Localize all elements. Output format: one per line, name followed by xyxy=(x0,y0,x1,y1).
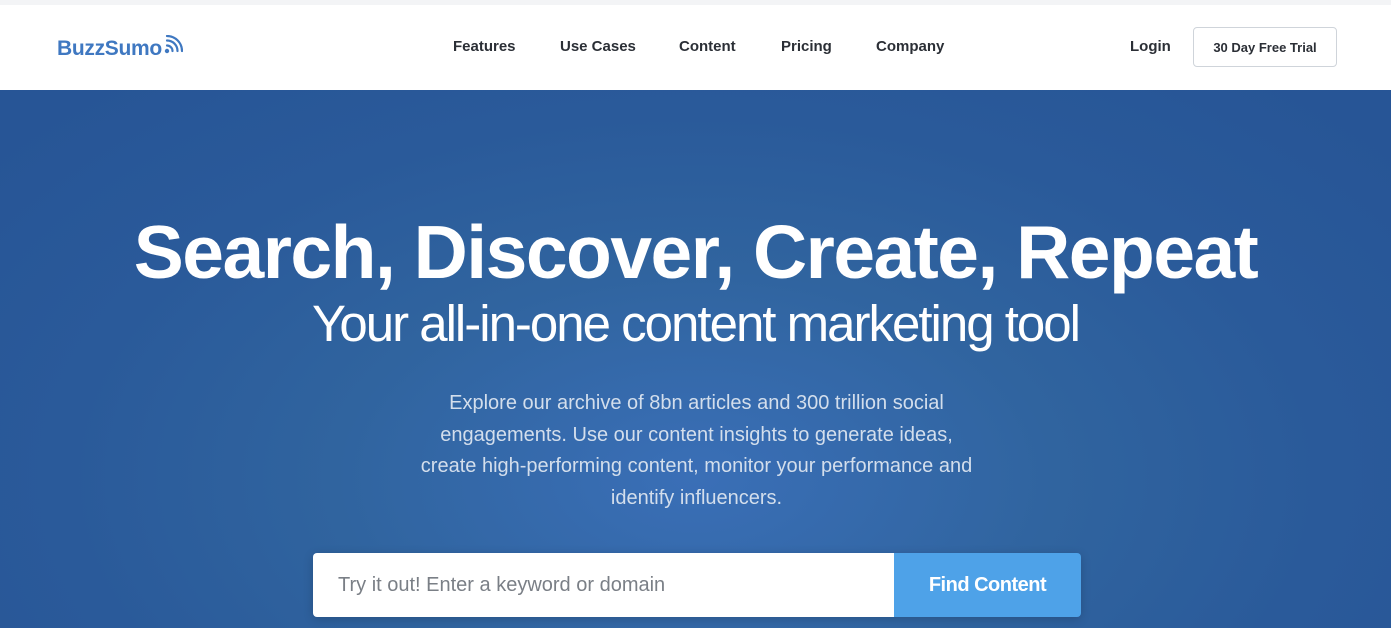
search-form: Find Content xyxy=(313,553,1081,617)
navbar: BuzzSumo Features Use Cases Content Pric… xyxy=(0,5,1391,90)
brand-logo[interactable]: BuzzSumo xyxy=(57,34,183,64)
main-nav: Features Use Cases Content Pricing Compa… xyxy=(0,5,1391,90)
login-link[interactable]: Login xyxy=(1130,38,1171,55)
hero-subtitle: Your all-in-one content marketing tool xyxy=(312,295,1081,352)
nav-link-features[interactable]: Features xyxy=(453,38,516,55)
search-input[interactable] xyxy=(313,553,894,617)
brand-name: BuzzSumo xyxy=(57,37,162,60)
hero-section: Search, Discover, Create, Repeat Your al… xyxy=(0,90,1391,628)
find-content-button[interactable]: Find Content xyxy=(894,553,1081,617)
nav-link-company[interactable]: Company xyxy=(876,38,944,55)
nav-link-content[interactable]: Content xyxy=(679,38,736,55)
free-trial-button[interactable]: 30 Day Free Trial xyxy=(1193,27,1337,67)
hero-title: Search, Discover, Create, Repeat xyxy=(133,210,1259,294)
signal-waves-icon xyxy=(164,35,183,54)
nav-link-pricing[interactable]: Pricing xyxy=(781,38,832,55)
nav-link-use-cases[interactable]: Use Cases xyxy=(560,38,636,55)
hero-description: Explore our archive of 8bn articles and … xyxy=(420,392,973,509)
